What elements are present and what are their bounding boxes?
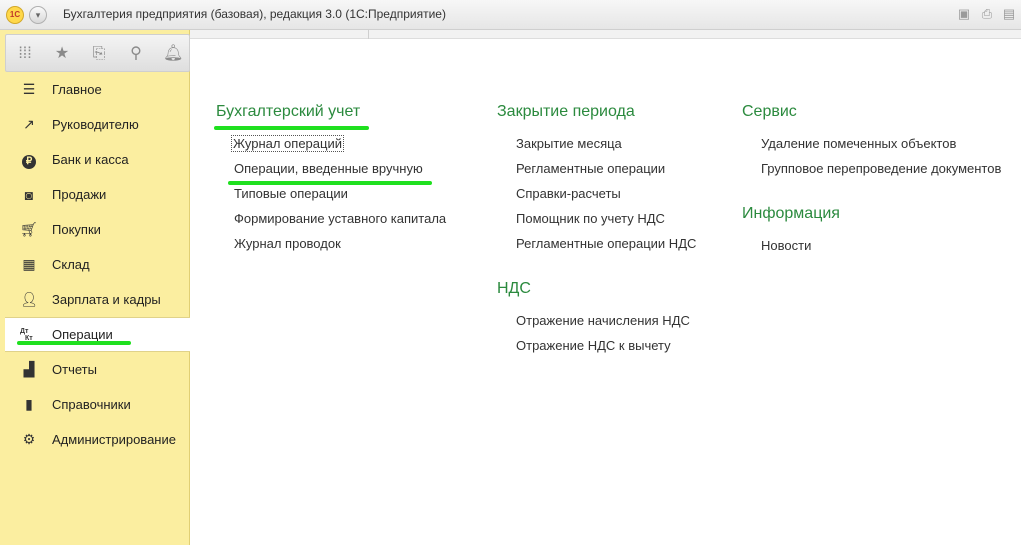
sidebar-item-label: Банк и касса — [52, 152, 129, 167]
link-news[interactable]: Новости — [761, 238, 811, 253]
section-content: Бухгалтерский учет Журнал операций Опера… — [190, 40, 1021, 545]
link-authorized-capital[interactable]: Формирование уставного капитала — [234, 211, 446, 226]
warehouse-icon: ▦ — [22, 256, 36, 272]
window-titlebar: 1С ▾ Бухгалтерия предприятия (базовая), … — [0, 0, 1021, 30]
trend-icon: ↗ — [23, 116, 35, 132]
section-title-vat: НДС — [497, 280, 531, 297]
menu-lines-icon: ☰ — [22, 81, 36, 97]
ruble-coin-icon: ₽ — [20, 151, 38, 169]
history-icon[interactable]: ⎘ — [89, 44, 109, 64]
sidebar-item-administration[interactable]: ⚙ Администрирование — [5, 422, 190, 457]
sidebar-item-manager[interactable]: ↗ Руководителю — [5, 107, 190, 142]
sections-panel: ⁞⁞⁞ ★ ⎘ ⚲ 🔔︎ ☰ Главное ↗ Руководителю ₽ … — [0, 30, 190, 545]
preview-icon[interactable]: ▤ — [1001, 6, 1017, 22]
sidebar-item-sales[interactable]: ◙ Продажи — [5, 177, 190, 212]
link-vat-regulatory[interactable]: Регламентные операции НДС — [516, 236, 696, 251]
person-icon: 👤︎ — [20, 291, 38, 307]
gear-icon: ⚙ — [22, 431, 36, 447]
sidebar-item-label: Зарплата и кадры — [52, 292, 161, 307]
quick-toolbar: ⁞⁞⁞ ★ ⎘ ⚲ 🔔︎ — [5, 34, 190, 72]
link-delete-marked[interactable]: Удаление помеченных объектов — [761, 136, 956, 151]
sidebar-item-label: Отчеты — [52, 362, 97, 377]
link-certificates[interactable]: Справки-расчеты — [516, 186, 621, 201]
sidebar-item-label: Администрирование — [52, 432, 176, 447]
main-menu-button[interactable]: ▾ — [29, 6, 47, 24]
sidebar-item-directories[interactable]: ▮ Справочники — [5, 387, 190, 422]
books-icon: ▮ — [25, 396, 33, 412]
sidebar-item-label: Покупки — [52, 222, 101, 237]
search-icon[interactable]: ⚲ — [126, 44, 146, 64]
star-icon[interactable]: ★ — [52, 44, 72, 64]
link-typical-operations[interactable]: Типовые операции — [234, 186, 348, 201]
section-title-period-closing: Закрытие периода — [497, 103, 635, 120]
highlight-underline-operations — [17, 341, 131, 345]
sidebar-item-main[interactable]: ☰ Главное — [5, 72, 190, 107]
link-vat-accrual[interactable]: Отражение начисления НДС — [516, 313, 690, 328]
sidebar-item-label: Продажи — [52, 187, 107, 202]
sidebar-item-bank[interactable]: ₽ Банк и касса — [5, 142, 190, 177]
highlight-underline-manual-operations — [228, 181, 432, 185]
sidebar-item-label: Главное — [52, 82, 102, 97]
sidebar-item-label: Операции — [52, 327, 113, 342]
link-regulatory-operations[interactable]: Регламентные операции — [516, 161, 665, 176]
sidebar-item-operations[interactable]: Дт Кт Операции — [5, 317, 190, 352]
highlight-underline-accounting — [214, 126, 369, 130]
link-month-closing[interactable]: Закрытие месяца — [516, 136, 622, 151]
top-strip — [190, 30, 1021, 39]
section-title-accounting: Бухгалтерский учет — [216, 103, 361, 120]
section-title-service: Сервис — [742, 103, 797, 120]
window-title: Бухгалтерия предприятия (базовая), редак… — [63, 7, 446, 21]
shopping-bag-icon: ◙ — [24, 186, 34, 203]
app-logo-icon[interactable]: 1С — [6, 6, 24, 24]
sidebar-item-warehouse[interactable]: ▦ Склад — [5, 247, 190, 282]
dt-kt-icon: Дт Кт — [20, 327, 33, 342]
link-group-reposting[interactable]: Групповое перепроведение документов — [761, 161, 1001, 176]
sidebar-item-label: Склад — [52, 257, 90, 272]
bar-chart-icon: ▟ — [23, 361, 35, 377]
section-title-information: Информация — [742, 205, 840, 222]
cart-icon: 🛒︎ — [20, 221, 38, 237]
link-vat-deduction[interactable]: Отражение НДС к вычету — [516, 338, 671, 353]
print-icon[interactable]: ⎙ — [979, 6, 995, 22]
top-strip-divider — [368, 30, 369, 39]
bell-icon[interactable]: 🔔︎ — [163, 44, 183, 64]
link-postings-journal[interactable]: Журнал проводок — [234, 236, 341, 251]
apps-grid-icon[interactable]: ⁞⁞⁞ — [15, 44, 35, 64]
link-manual-operations[interactable]: Операции, введенные вручную — [234, 161, 423, 176]
save-icon[interactable]: ▣ — [956, 6, 972, 22]
sidebar-item-label: Руководителю — [52, 117, 139, 132]
link-vat-assistant[interactable]: Помощник по учету НДС — [516, 211, 665, 226]
link-operations-journal[interactable]: Журнал операций — [231, 135, 344, 152]
sidebar-item-salary[interactable]: 👤︎ Зарплата и кадры — [5, 282, 190, 317]
sidebar-item-purchases[interactable]: 🛒︎ Покупки — [5, 212, 190, 247]
sections-nav: ☰ Главное ↗ Руководителю ₽ Банк и касса … — [5, 72, 190, 457]
sidebar-item-label: Справочники — [52, 397, 131, 412]
sidebar-item-reports[interactable]: ▟ Отчеты — [5, 352, 190, 387]
